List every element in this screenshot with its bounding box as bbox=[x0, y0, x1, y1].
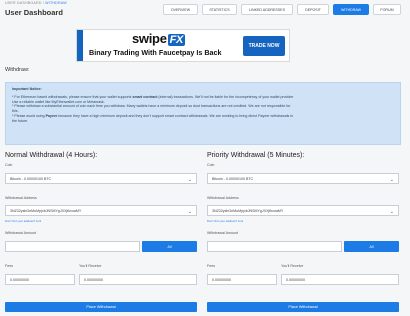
coin-select[interactable]: Bitcoin - 0.00000100 BTC ⌄ bbox=[207, 173, 399, 184]
receive-label: You'll Receive bbox=[79, 264, 102, 268]
address-label: Withdrawal Address bbox=[5, 196, 37, 200]
priority-withdrawal-title: Priority Withdrawal (5 Minutes): bbox=[207, 152, 305, 159]
fees-field: 0.00000000 bbox=[207, 274, 277, 285]
link-address-hint[interactable]: Don't find your address? Link bbox=[207, 219, 243, 223]
tab-linked-addresses[interactable]: LINKED ADDRESSES bbox=[241, 4, 293, 15]
notice-bold: Payeer bbox=[45, 113, 58, 118]
tab-statistics[interactable]: STATISTICS bbox=[202, 4, 237, 15]
coin-select[interactable]: Bitcoin - 0.00000100 BTC ⌄ bbox=[5, 173, 197, 184]
banner-logo: swipe FX bbox=[132, 31, 186, 46]
breadcrumb: USER DASHBOARD / WITHDRAW bbox=[5, 1, 67, 5]
banner-tagline: Binary Trading With Faucetpay Is Back bbox=[89, 48, 222, 57]
coin-label: Coin bbox=[207, 163, 215, 167]
withdraw-heading: Withdraw: bbox=[5, 67, 30, 73]
tab-withdraw[interactable]: WITHDRAW bbox=[333, 4, 369, 15]
address-select[interactable]: 3NZ32ysbGeMuMpjxbJNSMYgJXXjfkxoaMY ⌄ bbox=[5, 205, 197, 216]
all-button[interactable]: All bbox=[344, 241, 399, 252]
ad-banner[interactable]: swipe FX Binary Trading With Faucetpay Is… bbox=[76, 29, 290, 62]
address-select[interactable]: 3NZ32ysbGeMuMpjxbJNSMYgJXXjfkxoaMY ⌄ bbox=[207, 205, 399, 216]
receive-label: You'll Receive bbox=[281, 264, 304, 268]
nav-tabs: OVERVIEW STATISTICS LINKED ADDRESSES DEP… bbox=[163, 4, 401, 15]
tab-deposit[interactable]: DEPOSIT bbox=[297, 4, 329, 15]
breadcrumb-current: WITHDRAW bbox=[45, 1, 67, 5]
coin-label: Coin bbox=[5, 163, 13, 167]
page-title: User Dashboard bbox=[5, 8, 63, 17]
chevron-down-icon: ⌄ bbox=[389, 208, 394, 215]
amount-label: Withdrawal Amount bbox=[5, 231, 36, 235]
fees-label: Fees bbox=[5, 264, 13, 268]
fees-value: 0.00000000 bbox=[10, 277, 29, 282]
chevron-down-icon: ⌄ bbox=[187, 208, 192, 215]
normal-withdrawal-title: Normal Withdrawal (4 Hours): bbox=[5, 152, 98, 159]
amount-input[interactable] bbox=[207, 241, 342, 252]
notice-bold: smart contract bbox=[132, 94, 158, 99]
notice-text: because they have a high minimum deposit… bbox=[57, 113, 294, 118]
amount-input[interactable] bbox=[5, 241, 140, 252]
fees-label: Fees bbox=[207, 264, 215, 268]
address-select-value: 3NZ32ysbGeMuMpjxbJNSMYgJXXjfkxoaMY bbox=[212, 208, 284, 213]
receive-field: 0.00000000 bbox=[79, 274, 197, 285]
amount-label: Withdrawal Amount bbox=[207, 231, 238, 235]
receive-field: 0.00000000 bbox=[281, 274, 399, 285]
notice-text: * For Ethereum based withdrawals, please… bbox=[12, 94, 133, 99]
chevron-down-icon: ⌄ bbox=[187, 176, 192, 183]
link-address-hint[interactable]: Don't find your address? Link bbox=[5, 219, 41, 223]
tab-overview[interactable]: OVERVIEW bbox=[163, 4, 198, 15]
priority-withdrawal-form: Priority Withdrawal (5 Minutes): Coin Bi… bbox=[207, 152, 399, 312]
banner-cta-button[interactable]: TRADE NOW bbox=[243, 36, 285, 56]
notice-text: * Please avoid using bbox=[12, 113, 46, 118]
chevron-down-icon: ⌄ bbox=[389, 176, 394, 183]
coin-select-value: Bitcoin - 0.00000100 BTC bbox=[10, 176, 52, 181]
banner-logo-fx: FX bbox=[167, 34, 186, 46]
notice-heading: Important Notice: bbox=[12, 87, 42, 91]
breadcrumb-parent[interactable]: USER DASHBOARD bbox=[5, 1, 42, 5]
fees-field: 0.00000000 bbox=[5, 274, 75, 285]
place-withdrawal-button[interactable]: Place Withdrawal bbox=[5, 302, 197, 312]
normal-withdrawal-form: Normal Withdrawal (4 Hours): Coin Bitcoi… bbox=[5, 152, 197, 312]
fees-value: 0.00000000 bbox=[212, 277, 231, 282]
important-notice: Important Notice: * For Ethereum based w… bbox=[5, 82, 401, 145]
receive-value: 0.00000000 bbox=[84, 277, 103, 282]
place-withdrawal-button[interactable]: Place Withdrawal bbox=[207, 302, 399, 312]
address-label: Withdrawal Address bbox=[207, 196, 239, 200]
address-select-value: 3NZ32ysbGeMuMpjxbJNSMYgJXXjfkxoaMY bbox=[10, 208, 82, 213]
notice-text: (internal) transactions. We'll not be li… bbox=[157, 94, 294, 99]
notice-line-6: the future. bbox=[12, 118, 29, 123]
tab-forum[interactable]: FORUM bbox=[373, 4, 401, 15]
all-button[interactable]: All bbox=[142, 241, 197, 252]
banner-accent-strip bbox=[77, 30, 83, 61]
banner-logo-text: swipe bbox=[132, 31, 167, 46]
coin-select-value: Bitcoin - 0.00000100 BTC bbox=[212, 176, 254, 181]
receive-value: 0.00000000 bbox=[286, 277, 305, 282]
